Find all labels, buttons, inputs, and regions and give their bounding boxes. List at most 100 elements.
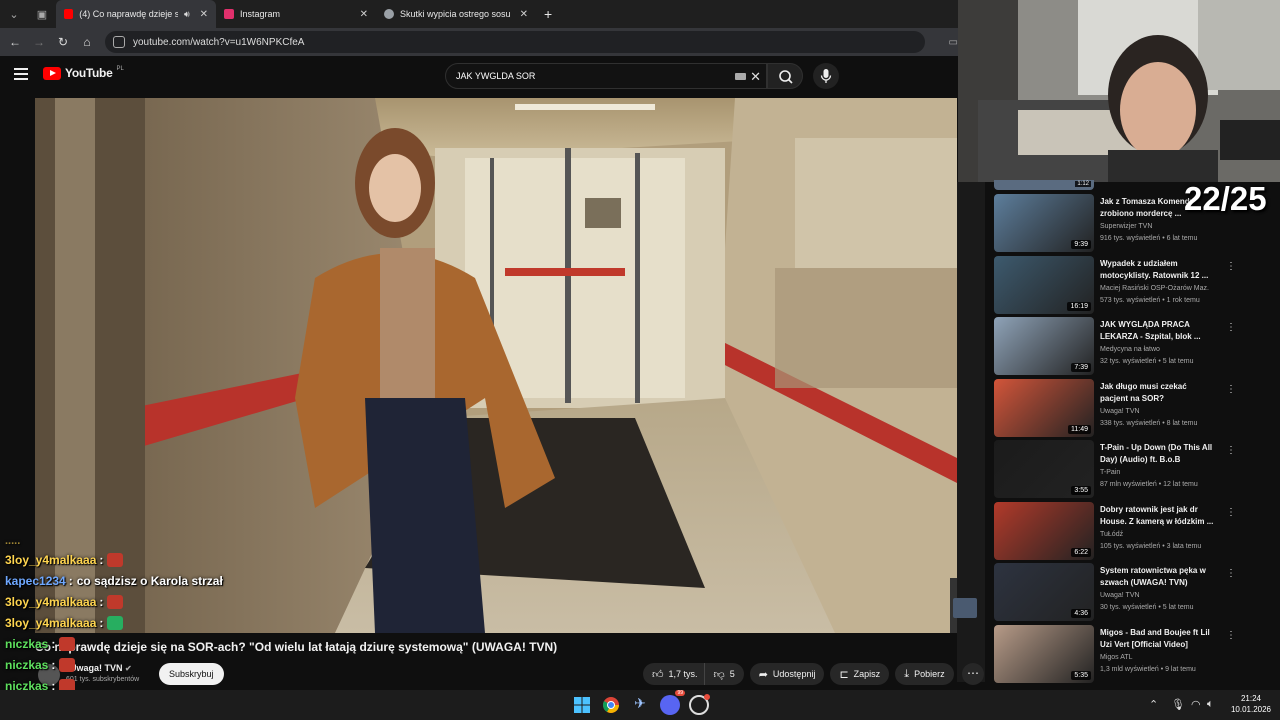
- new-tab-button[interactable]: +: [536, 0, 560, 28]
- tray-overflow-icon[interactable]: ⌃: [1149, 698, 1158, 711]
- chat-username[interactable]: 3loy_y4malkaaa: [5, 616, 96, 630]
- home-icon[interactable]: ⌂: [75, 35, 99, 49]
- recommended-video[interactable]: 3:55 T-Pain - Up Down (Do This All Day) (…: [994, 440, 1244, 498]
- tab-hot-sauce[interactable]: Skutki wypicia ostrego sosu ✕: [376, 0, 536, 28]
- like-count: 1,7 tys.: [668, 669, 698, 679]
- recommended-video[interactable]: 16:19 Wypadek z udziałem motocyklisty. Ra…: [994, 256, 1244, 314]
- video-thumbnail[interactable]: 11:49: [994, 379, 1094, 437]
- save-button[interactable]: ⊏ Zapisz: [830, 663, 890, 685]
- discord-icon[interactable]: 99: [660, 690, 685, 715]
- more-actions-icon[interactable]: ⋯: [962, 663, 984, 685]
- instagram-favicon-icon: [224, 9, 234, 19]
- menu-icon[interactable]: [14, 68, 28, 83]
- more-options-icon[interactable]: ⋮: [1226, 384, 1236, 395]
- more-options-icon[interactable]: ⋮: [1226, 322, 1236, 333]
- recommended-video[interactable]: 4:36 System ratownictwa pęka w szwach (UW…: [994, 563, 1244, 621]
- back-icon[interactable]: ←: [3, 35, 27, 49]
- channel-name[interactable]: T-Pain: [1100, 469, 1120, 476]
- reload-icon[interactable]: ↻: [51, 35, 75, 49]
- chat-separator: :: [99, 615, 104, 630]
- video-title[interactable]: System ratownictwa pęka w szwach (UWAGA!…: [1100, 565, 1216, 589]
- player-miniplayer-icon[interactable]: [953, 598, 977, 618]
- video-title[interactable]: Wypadek z udziałem motocyklisty. Ratowni…: [1100, 258, 1216, 282]
- chat-emote-icon: [107, 594, 124, 609]
- windows-start-icon[interactable]: [572, 695, 592, 715]
- steam-icon[interactable]: ✈: [630, 695, 650, 715]
- chat-username[interactable]: niczkas: [5, 637, 48, 651]
- recommended-video[interactable]: 6:22 Dobry ratownik jest jak dr House. Z …: [994, 502, 1244, 560]
- video-title[interactable]: T-Pain - Up Down (Do This All Day) (Audi…: [1100, 442, 1216, 466]
- chat-username[interactable]: kapec1234: [5, 574, 66, 588]
- video-title[interactable]: Jak długo musi czekać pacjent na SOR? Sk…: [1100, 381, 1216, 405]
- dislike-button[interactable]: 👎︎ 5: [703, 663, 744, 685]
- video-title[interactable]: Migos - Bad and Boujee ft Lil Uzi Vert […: [1100, 627, 1216, 651]
- logo-region: PL: [116, 66, 124, 72]
- channel-name[interactable]: Superwizjer TVN: [1100, 223, 1152, 230]
- site-info-icon[interactable]: [113, 36, 125, 48]
- clear-search-icon[interactable]: ✕: [750, 69, 761, 85]
- search-input[interactable]: JAK YWGLDA SOR ✕: [445, 63, 767, 89]
- channel-name[interactable]: Uwaga! TVN: [1100, 408, 1140, 415]
- video-thumbnail[interactable]: 16:19: [994, 256, 1094, 314]
- app-icon[interactable]: [689, 694, 710, 715]
- tab-groups-icon[interactable]: ▣: [28, 0, 56, 28]
- search-button[interactable]: [767, 63, 803, 89]
- more-options-icon[interactable]: ⋮: [1226, 445, 1236, 456]
- video-title[interactable]: Dobry ratownik jest jak dr House. Z kame…: [1100, 504, 1216, 528]
- taskbar-clock[interactable]: 21:24 10.01.2026: [1228, 693, 1274, 715]
- more-options-icon[interactable]: ⋮: [1226, 261, 1236, 272]
- chrome-icon[interactable]: [601, 695, 621, 715]
- video-meta: 87 mln wyświetleń • 12 lat temu: [1100, 481, 1198, 488]
- recommended-video[interactable]: 11:49 Jak długo musi czekać pacjent na SO…: [994, 379, 1244, 437]
- download-button[interactable]: ⤓ Pobierz: [895, 663, 954, 685]
- video-title[interactable]: JAK WYGLĄDA PRACA LEKARZA - Szpital, blo…: [1100, 319, 1216, 343]
- more-options-icon[interactable]: ⋮: [1226, 507, 1236, 518]
- close-tab-icon[interactable]: ✕: [200, 9, 208, 20]
- tab-youtube[interactable]: (4) Co naprawdę dzieje się 🔊︎ ✕: [56, 0, 216, 28]
- microphone-tray-icon[interactable]: 🎙︎: [1171, 698, 1185, 711]
- tab-search-icon[interactable]: ⌄: [0, 0, 28, 28]
- cast-icon[interactable]: ▭: [949, 37, 958, 48]
- chat-line-partial: .....: [5, 534, 21, 547]
- channel-name[interactable]: Maciej Rasiński OSP-Ożarów Maz.: [1100, 285, 1209, 292]
- wifi-icon[interactable]: ◠: [1191, 698, 1201, 711]
- browser-tabbar: ⌄ ▣ (4) Co naprawdę dzieje się 🔊︎ ✕ Inst…: [0, 0, 960, 28]
- video-meta: 338 tys. wyświetleń • 8 lat temu: [1100, 420, 1198, 427]
- partial-thumbnail[interactable]: 1:12: [994, 180, 1094, 190]
- video-thumbnail[interactable]: 7:39: [994, 317, 1094, 375]
- channel-name[interactable]: Uwaga! TVN: [1100, 592, 1140, 599]
- volume-icon[interactable]: 🔈︎: [1207, 698, 1214, 711]
- video-thumbnail[interactable]: 9:39: [994, 194, 1094, 252]
- recommended-video[interactable]: 7:39 JAK WYGLĄDA PRACA LEKARZA - Szpital,…: [994, 317, 1244, 375]
- video-duration: 1:12: [1075, 181, 1091, 187]
- share-button[interactable]: ➦ Udostępnij: [749, 663, 825, 685]
- chat-separator: :: [68, 573, 73, 588]
- voice-search-button[interactable]: [813, 63, 839, 89]
- channel-name[interactable]: Migos ATL: [1100, 654, 1133, 661]
- tab-instagram[interactable]: Instagram ✕: [216, 0, 376, 28]
- more-options-icon[interactable]: ⋮: [1226, 630, 1236, 641]
- tab-title: (4) Co naprawdę dzieje się: [79, 9, 178, 19]
- like-button[interactable]: 👍︎ 1,7 tys.: [643, 663, 704, 685]
- video-thumbnail[interactable]: 5:35: [994, 625, 1094, 683]
- video-thumbnail[interactable]: 6:22: [994, 502, 1094, 560]
- more-options-icon[interactable]: ⋮: [1226, 568, 1236, 579]
- share-icon: ➦: [758, 668, 768, 681]
- close-tab-icon[interactable]: ✕: [520, 9, 528, 20]
- forward-icon[interactable]: →: [27, 35, 51, 49]
- video-thumbnail[interactable]: 3:55: [994, 440, 1094, 498]
- recommended-video[interactable]: 5:35 Migos - Bad and Boujee ft Lil Uzi Ve…: [994, 625, 1244, 683]
- video-duration: 4:36: [1071, 609, 1091, 618]
- channel-name[interactable]: TuŁódź: [1100, 531, 1123, 538]
- speaker-icon[interactable]: 🔊︎: [184, 9, 190, 20]
- chat-username[interactable]: 3loy_y4malkaaa: [5, 595, 96, 609]
- chat-username[interactable]: 3loy_y4malkaaa: [5, 553, 96, 567]
- keyboard-icon[interactable]: [735, 73, 746, 80]
- address-bar[interactable]: youtube.com/watch?v=u1W6NPKCfeA: [105, 31, 925, 53]
- video-thumbnail[interactable]: 4:36: [994, 563, 1094, 621]
- close-tab-icon[interactable]: ✕: [360, 9, 368, 20]
- tab-title: Skutki wypicia ostrego sosu: [400, 9, 510, 19]
- channel-name[interactable]: Medycyna na łatwo: [1100, 346, 1160, 353]
- chat-username[interactable]: niczkas: [5, 658, 48, 672]
- youtube-logo[interactable]: YouTube PL: [43, 66, 124, 80]
